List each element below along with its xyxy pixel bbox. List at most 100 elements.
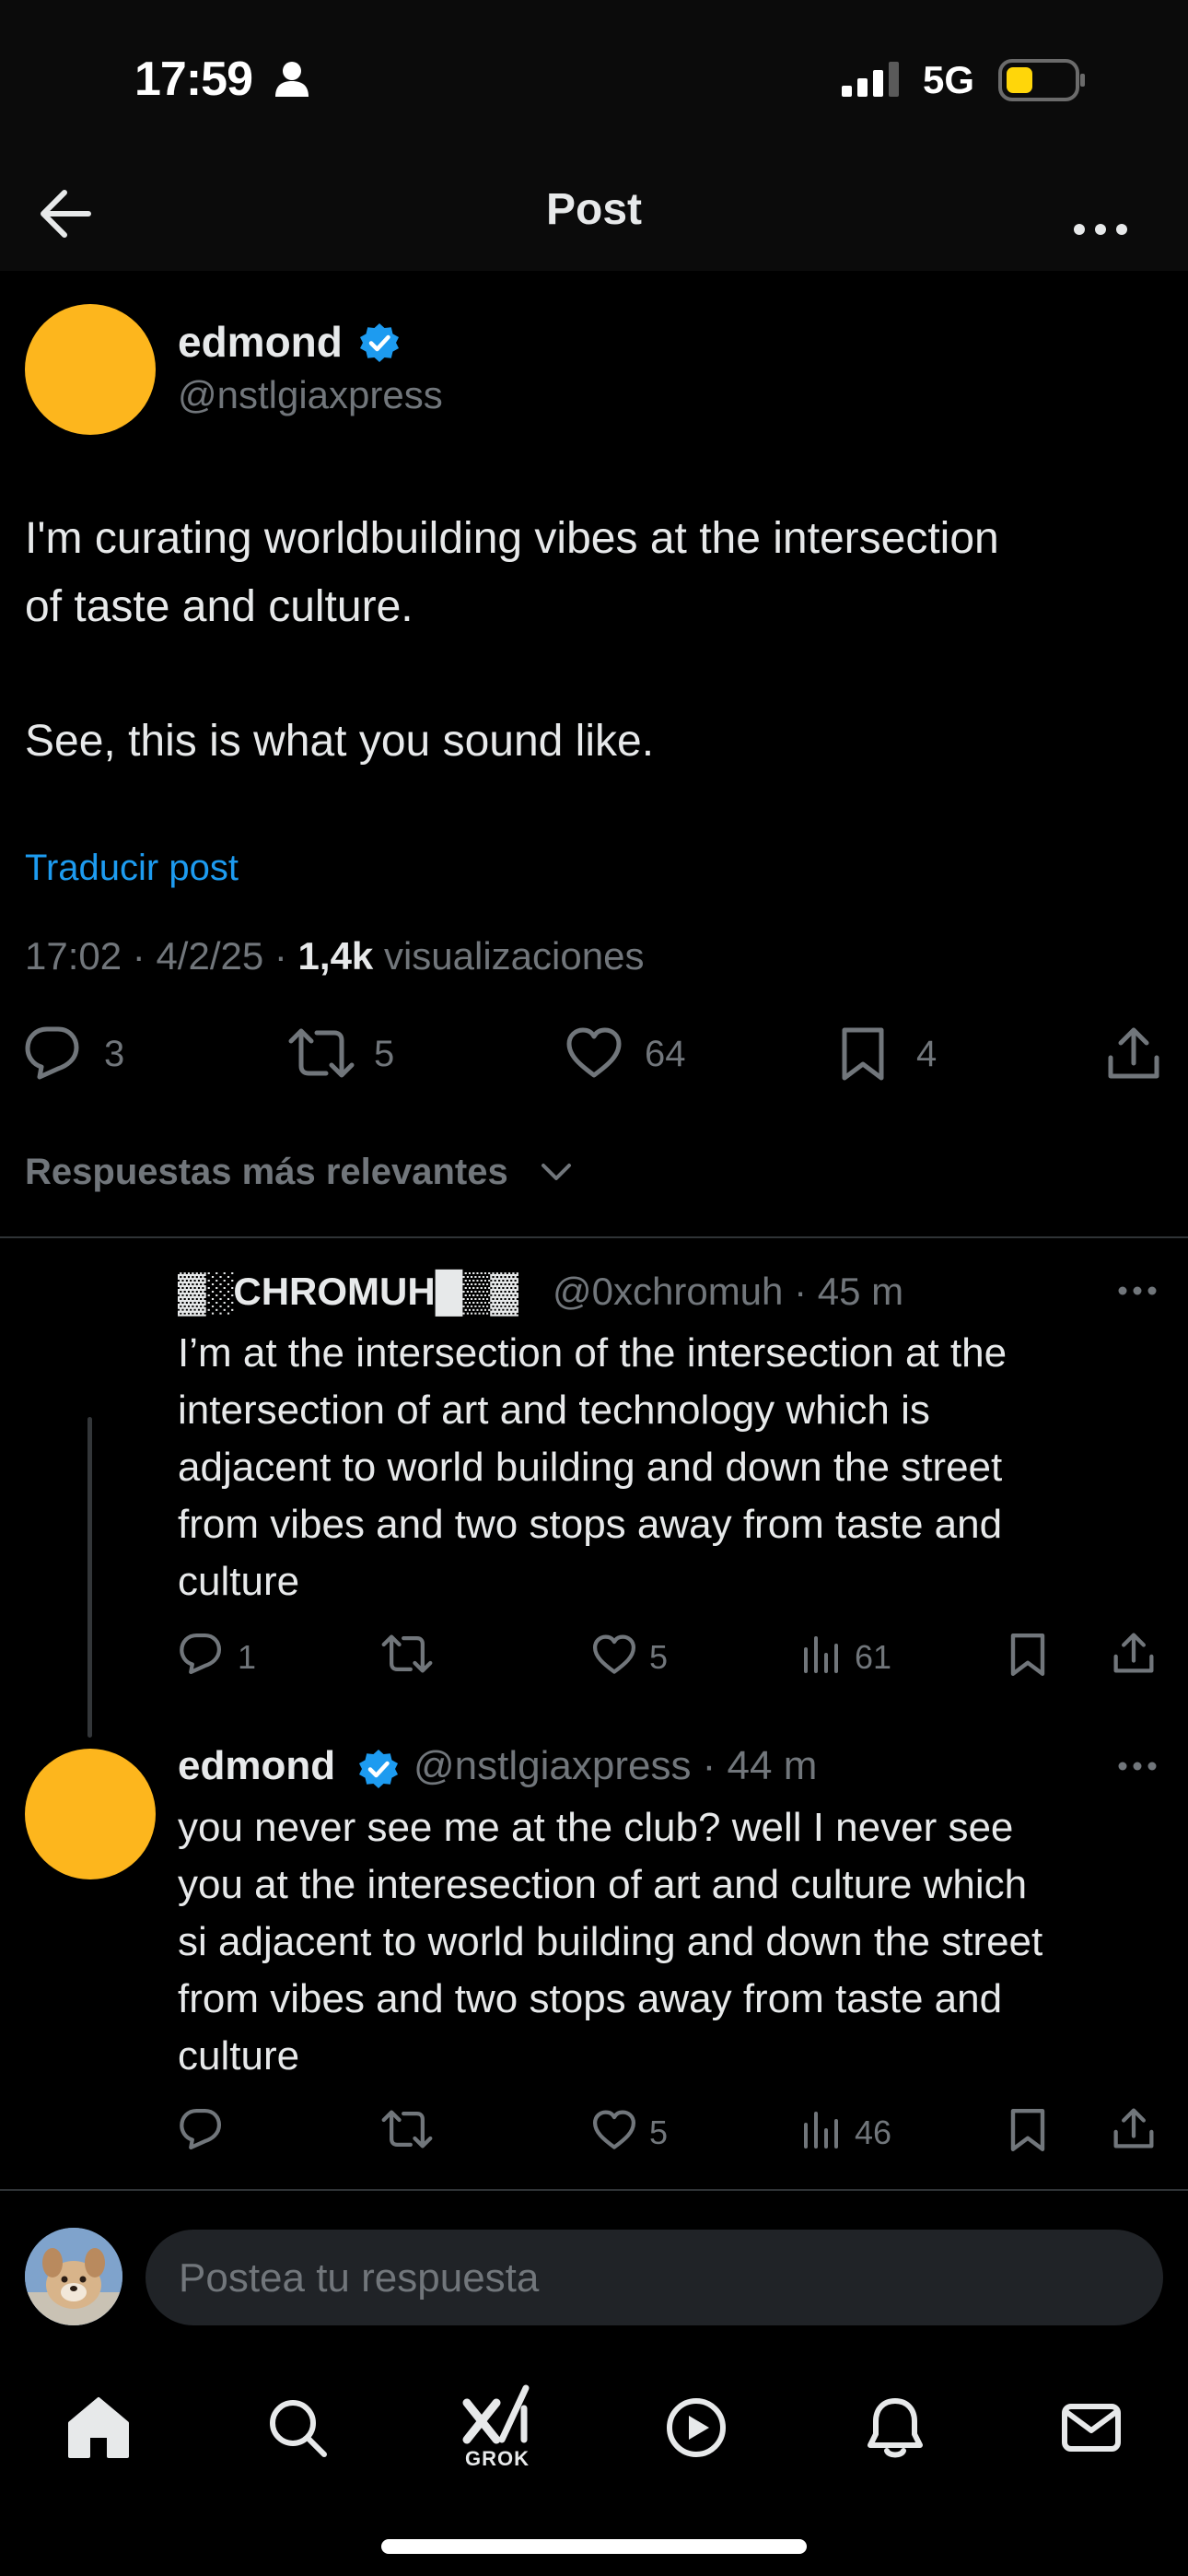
reply-author-avatar[interactable] <box>25 1749 156 1879</box>
reply-text-line: intersection of art and technology which… <box>178 1388 930 1433</box>
more-options-button[interactable] <box>1059 177 1142 251</box>
like-button[interactable] <box>565 1027 623 1079</box>
views-count: 46 <box>855 2113 892 2151</box>
share-icon <box>1113 1633 1154 1673</box>
translate-post-link[interactable]: Traducir post <box>25 848 239 889</box>
reply-text-line: culture <box>178 1559 300 1604</box>
reply-button[interactable] <box>178 2108 224 2150</box>
reply-more-button[interactable] <box>1114 1752 1160 1780</box>
post-views-label: visualizaciones <box>383 934 645 978</box>
tab-notifications[interactable] <box>844 2377 946 2478</box>
reply-count: 3 <box>104 1034 125 1074</box>
repost-button[interactable] <box>380 2108 434 2150</box>
reply-text-line: from vibes and two stops away from taste… <box>178 1976 1003 2021</box>
verified-badge-icon[interactable] <box>358 322 401 364</box>
more-horizontal-icon <box>1118 1286 1157 1295</box>
heart-icon <box>592 1634 636 1674</box>
post-author-handle[interactable]: @nstlgiaxpress <box>178 373 443 417</box>
post-action-bar: 3 5 64 4 <box>0 1021 1188 1085</box>
reply-author-name[interactable]: edmond <box>178 1743 335 1789</box>
reply-text-line: you at the interesection of art and cult… <box>178 1862 1028 1907</box>
heart-icon <box>566 1027 622 1078</box>
heart-icon <box>592 2110 636 2149</box>
verified-badge-icon[interactable] <box>357 1748 400 1790</box>
reply-text-line: you never see me at the club? well I nev… <box>178 1805 1014 1850</box>
reply-action-bar: 5 46 <box>0 2102 1188 2158</box>
reply-button[interactable] <box>23 1025 82 1081</box>
bar-chart-icon <box>804 1636 838 1673</box>
bookmark-icon <box>1010 2109 1045 2151</box>
bookmark-icon <box>1010 1633 1045 1676</box>
like-count: 5 <box>649 1638 669 1676</box>
repost-icon <box>288 1028 355 1078</box>
bookmark-button[interactable] <box>840 1026 886 1082</box>
repost-icon <box>381 1634 433 1673</box>
grok-label: GROK <box>465 2447 530 2470</box>
messages-icon <box>1062 2404 1121 2452</box>
repost-button[interactable] <box>287 1025 355 1081</box>
search-icon <box>270 2400 327 2457</box>
reply-icon <box>25 1026 79 1080</box>
like-count: 5 <box>649 2113 669 2151</box>
post-date: 4/2/25 <box>156 934 264 978</box>
reply-icon <box>180 2108 222 2150</box>
post-author-name[interactable]: edmond <box>178 317 343 367</box>
reply-text-line: si adjacent to world building and down t… <box>178 1919 1043 1964</box>
repost-count: 5 <box>374 1034 395 1074</box>
battery-icon <box>998 59 1087 101</box>
share-icon <box>1113 2108 1154 2149</box>
tab-search[interactable] <box>247 2377 348 2478</box>
page-title: Post <box>545 185 642 234</box>
tab-home[interactable] <box>48 2377 149 2478</box>
post-views-count: 1,4k <box>297 934 374 978</box>
network-type: 5G <box>923 58 975 101</box>
divider <box>0 1236 1188 1238</box>
share-button[interactable] <box>1112 2106 1156 2150</box>
tab-messages[interactable] <box>1041 2377 1142 2478</box>
reply-action-bar: 1 5 61 <box>0 1627 1188 1682</box>
tab-grok[interactable]: GROK <box>447 2377 548 2478</box>
reply-text-line: adjacent to world building and down the … <box>178 1445 1003 1490</box>
reply-handle-time[interactable]: @0xchromuh · 45 m <box>553 1270 903 1314</box>
tab-video[interactable] <box>646 2377 747 2478</box>
reply-text-line: I’m at the intersection of the intersect… <box>178 1330 1007 1376</box>
bar-chart-icon <box>804 2112 838 2149</box>
video-icon <box>667 2398 726 2457</box>
repost-button[interactable] <box>380 1633 434 1675</box>
home-indicator[interactable] <box>381 2539 807 2554</box>
post-text-line: of taste and culture. <box>25 582 413 631</box>
like-button[interactable] <box>592 1634 636 1675</box>
share-icon <box>1108 1027 1159 1079</box>
views-button[interactable] <box>802 2110 841 2149</box>
chevron-down-icon[interactable] <box>540 1157 573 1185</box>
post-metadata: 17:02 · 4/2/25 · 1,4k visualizaciones <box>25 934 645 978</box>
reply-input[interactable]: Postea tu respuesta <box>146 2230 1163 2325</box>
bookmark-button[interactable] <box>1009 2108 1046 2152</box>
share-button[interactable] <box>1112 1631 1156 1675</box>
repost-icon <box>381 2110 433 2149</box>
views-button[interactable] <box>802 1634 841 1673</box>
reply-button[interactable] <box>178 1633 224 1675</box>
reply-more-button[interactable] <box>1114 1277 1160 1305</box>
views-count: 61 <box>855 1638 892 1676</box>
reply-author-name[interactable]: ▓░CHROMUH█▒▓ <box>178 1270 518 1314</box>
person-icon <box>274 61 309 98</box>
home-icon <box>68 2397 129 2458</box>
bookmark-count: 4 <box>916 1034 938 1074</box>
reply-handle-time[interactable]: @nstlgiaxpress · 44 m <box>413 1743 817 1789</box>
share-button[interactable] <box>1105 1025 1162 1082</box>
user-avatar[interactable] <box>25 2228 122 2325</box>
reply-icon <box>180 1633 222 1675</box>
replies-sort-dropdown[interactable]: Respuestas más relevantes <box>25 1152 508 1193</box>
bookmark-button[interactable] <box>1009 1633 1046 1677</box>
post-author-avatar[interactable] <box>25 304 156 435</box>
reply-text-line: culture <box>178 2033 300 2078</box>
thread-connector <box>87 1417 92 1738</box>
like-count: 64 <box>645 1034 686 1074</box>
notifications-icon <box>868 2398 923 2458</box>
reply-input-placeholder: Postea tu respuesta <box>179 2255 540 2301</box>
status-bar: 17:59 5G <box>0 0 1188 157</box>
post-text-line: See, this is what you sound like. <box>25 717 655 766</box>
more-horizontal-icon <box>1118 1762 1157 1771</box>
like-button[interactable] <box>592 2110 636 2150</box>
